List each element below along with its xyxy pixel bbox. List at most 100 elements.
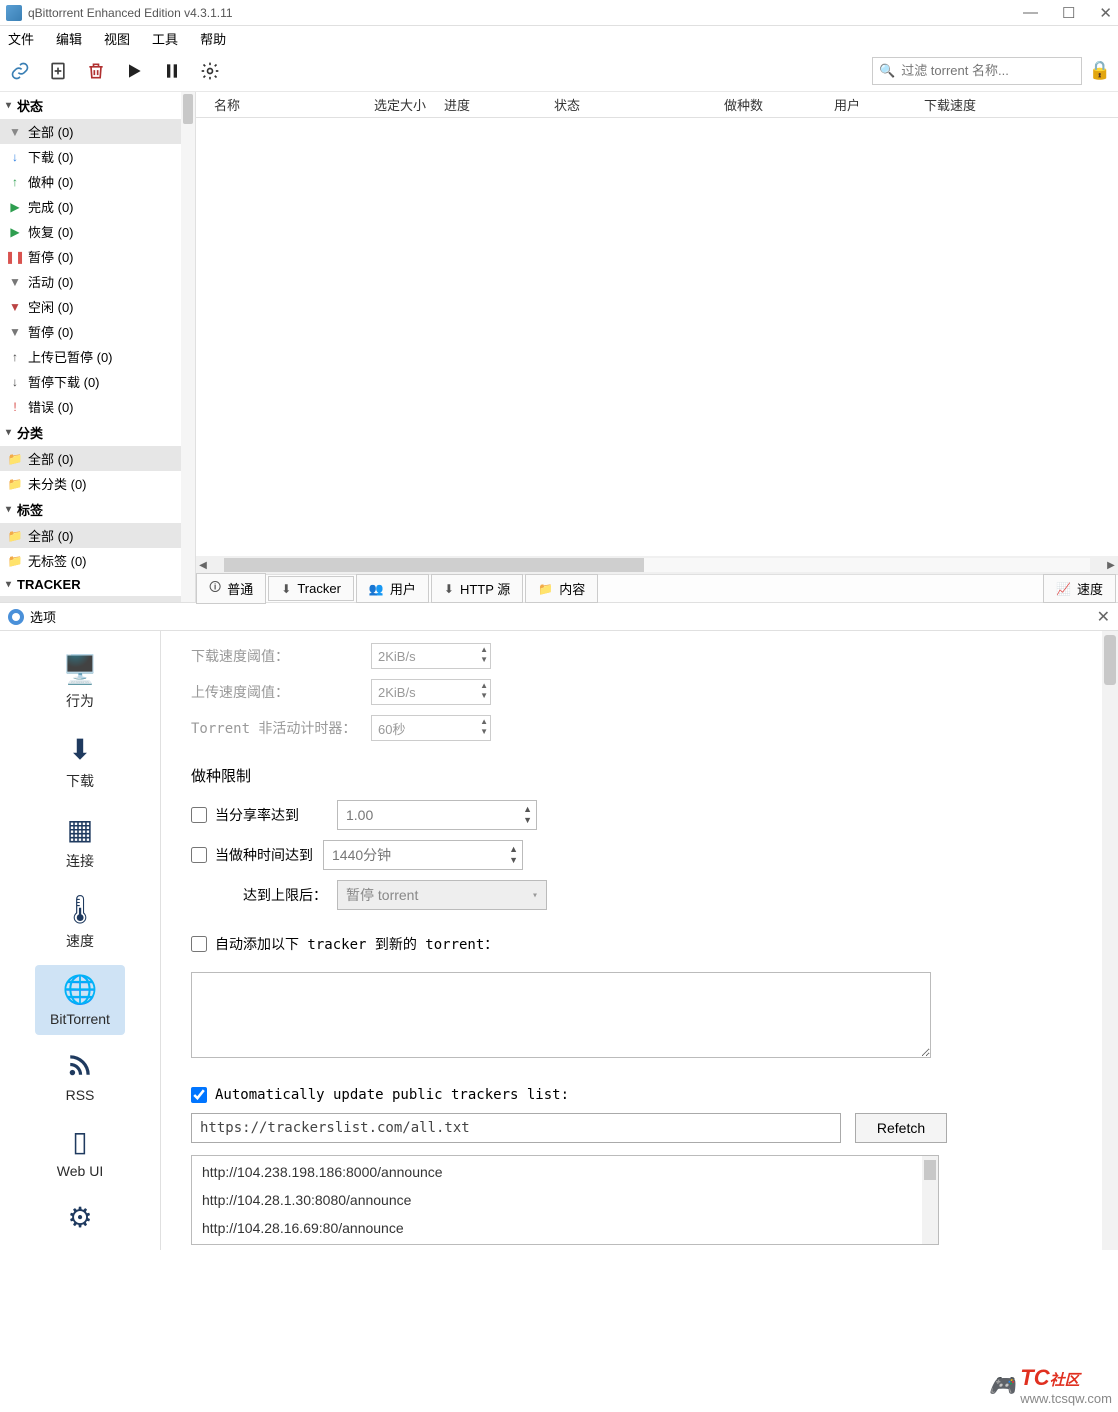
sidebar-item-seeding[interactable]: ↑做种 (0) — [0, 169, 195, 194]
stalled-up-icon: ↑ — [8, 350, 22, 364]
tracker-list-scrollbar[interactable] — [922, 1156, 938, 1244]
sidebar-tag-header[interactable]: 标签 — [0, 496, 195, 523]
optnav-speed[interactable]: 🌡速度 — [35, 885, 125, 959]
col-progress[interactable]: 进度 — [440, 95, 550, 114]
http-icon: ⬇ — [444, 582, 454, 596]
optnav-webui[interactable]: ▯Web UI — [35, 1117, 125, 1187]
minimize-button[interactable]: — — [1023, 4, 1038, 22]
then-dropdown[interactable]: 暂停 torrent — [337, 880, 547, 910]
tracker-url-item[interactable]: http://104.28.16.69:80/announce — [202, 1220, 928, 1236]
lock-icon[interactable]: 🔒 — [1088, 59, 1112, 83]
optnav-behavior[interactable]: 🖥️行为 — [35, 645, 125, 719]
tab-speed[interactable]: 📈速度 — [1043, 574, 1116, 603]
add-link-button[interactable] — [6, 57, 34, 85]
sidebar-category-header[interactable]: 分类 — [0, 419, 195, 446]
seed-time-check[interactable]: 当做种时间达到 — [191, 845, 313, 865]
tab-peers[interactable]: 👥用户 — [356, 574, 429, 603]
maximize-button[interactable]: ☐ — [1062, 4, 1075, 22]
share-ratio-input[interactable]: 1.00▲▼ — [337, 800, 537, 830]
optnav-connection[interactable]: ▦连接 — [35, 805, 125, 879]
sidebar-item-resumed[interactable]: ▶恢复 (0) — [0, 219, 195, 244]
completed-icon: ▶ — [8, 200, 22, 214]
menu-view[interactable]: 视图 — [100, 27, 134, 50]
ethernet-icon: ▦ — [67, 813, 93, 845]
tracker-url-item[interactable]: http://104.238.198.186:8000/announce — [202, 1164, 928, 1180]
sidebar-item-errored[interactable]: !错误 (0) — [0, 394, 195, 419]
auto-update-trackers-check[interactable]: Automatically update public trackers lis… — [191, 1087, 569, 1103]
dl-threshold-input[interactable]: 2KiB/s▲▼ — [371, 643, 491, 669]
sidebar-item-completed[interactable]: ▶ 完成 (0) — [0, 194, 195, 219]
menu-file[interactable]: 文件 — [4, 27, 38, 50]
sidebar-item-stalled[interactable]: ▼暂停 (0) — [0, 319, 195, 344]
active-icon: ▼ — [8, 275, 22, 289]
col-dlspeed[interactable]: 下载速度 — [920, 95, 980, 114]
options-nav: 🖥️行为 ⬇下载 ▦连接 🌡速度 🌐BitTorrent RSS ▯Web UI… — [0, 631, 160, 1250]
sidebar-item-inactive[interactable]: ▼空闲 (0) — [0, 294, 195, 319]
sidebar-item-tag-all[interactable]: 📁全部 (0) — [0, 523, 195, 548]
sidebar-item-all[interactable]: ▼全部 (0) — [0, 119, 195, 144]
stalled-down-icon: ↓ — [8, 375, 22, 389]
sidebar-item-tag-none[interactable]: 📁无标签 (0) — [0, 548, 195, 573]
refetch-button[interactable]: Refetch — [855, 1113, 947, 1143]
filter-input[interactable] — [901, 63, 1075, 78]
sidebar-item-active[interactable]: ▼活动 (0) — [0, 269, 195, 294]
optnav-bittorrent[interactable]: 🌐BitTorrent — [35, 965, 125, 1035]
share-ratio-check[interactable]: 当分享率达到 — [191, 805, 299, 825]
sidebar-tracker-header[interactable]: TRACKER — [0, 573, 195, 596]
ul-threshold-input[interactable]: 2KiB/s▲▼ — [371, 679, 491, 705]
tracker-url-input[interactable] — [191, 1113, 841, 1143]
torrent-list[interactable] — [196, 118, 1118, 556]
col-peers[interactable]: 用户 — [830, 95, 920, 114]
col-status[interactable]: 状态 — [550, 95, 720, 114]
delete-button[interactable] — [82, 57, 110, 85]
tracker-list-box[interactable]: http://104.238.198.186:8000/announce http… — [191, 1155, 939, 1245]
seed-time-input[interactable]: 1440分钟▲▼ — [323, 840, 523, 870]
filter-box[interactable]: 🔍 — [872, 57, 1082, 85]
sidebar-item-downloading[interactable]: ↓下载 (0) — [0, 144, 195, 169]
h-scrollbar[interactable]: ◀▶ — [196, 556, 1118, 574]
options-close[interactable]: ✕ — [1097, 607, 1110, 627]
sidebar-item-label: 完成 (0) — [28, 197, 74, 216]
menu-edit[interactable]: 编辑 — [52, 27, 86, 50]
download-icon: ⬇ — [68, 733, 91, 765]
sidebar-item-stalled-up[interactable]: ↑上传已暂停 (0) — [0, 344, 195, 369]
sidebar-item-cat-none[interactable]: 📁未分类 (0) — [0, 471, 195, 496]
sidebar-item-label: 错误 (0) — [28, 397, 74, 416]
sidebar-item-tracker-all[interactable]: ▮全部 (0) — [0, 596, 195, 602]
sidebar-item-label: 空闲 (0) — [28, 297, 74, 316]
auto-add-tracker-textarea[interactable] — [191, 972, 931, 1058]
add-file-button[interactable] — [44, 57, 72, 85]
monitor-gear-icon: 🖥️ — [63, 653, 98, 685]
chart-icon: 📈 — [1056, 582, 1071, 596]
tracker-url-item[interactable]: http://104.28.1.30:8080/announce — [202, 1192, 928, 1208]
titlebar: qBittorrent Enhanced Edition v4.3.1.11 —… — [0, 0, 1118, 26]
tab-http[interactable]: ⬇HTTP 源 — [431, 574, 523, 603]
menu-tools[interactable]: 工具 — [148, 27, 182, 50]
tab-content[interactable]: 📁内容 — [525, 574, 598, 603]
optnav-rss[interactable]: RSS — [35, 1041, 125, 1111]
col-name[interactable]: 名称 — [210, 95, 370, 114]
inactive-input[interactable]: 60秒▲▼ — [371, 715, 491, 741]
auto-add-tracker-check[interactable]: 自动添加以下 tracker 到新的 torrent： — [191, 934, 498, 954]
sidebar-item-stalled-down[interactable]: ↓暂停下载 (0) — [0, 369, 195, 394]
tab-tracker[interactable]: ⬇Tracker — [268, 576, 354, 601]
menu-help[interactable]: 帮助 — [196, 27, 230, 50]
pause-button[interactable] — [158, 57, 186, 85]
tab-general[interactable]: 🛈普通 — [196, 573, 266, 604]
sidebar-status-header[interactable]: 状态 — [0, 92, 195, 119]
sidebar-item-cat-all[interactable]: 📁全部 (0) — [0, 446, 195, 471]
optnav-downloads[interactable]: ⬇下载 — [35, 725, 125, 799]
all-icon: ▼ — [8, 125, 22, 139]
options-scrollbar[interactable] — [1102, 631, 1118, 1250]
col-seeds[interactable]: 做种数 — [720, 95, 830, 114]
col-size[interactable]: 选定大小 — [370, 95, 440, 114]
settings-button[interactable] — [196, 57, 224, 85]
sidebar-scrollbar[interactable] — [181, 92, 195, 602]
resume-button[interactable] — [120, 57, 148, 85]
paused-icon: ❚❚ — [8, 250, 22, 264]
optnav-advanced[interactable]: ⚙高级 — [35, 1193, 125, 1267]
sidebar-item-paused[interactable]: ❚❚暂停 (0) — [0, 244, 195, 269]
tracker-icon: ⬇ — [281, 582, 291, 596]
close-button[interactable]: ✕ — [1099, 4, 1112, 22]
options-header: 选项 ✕ — [0, 602, 1118, 630]
